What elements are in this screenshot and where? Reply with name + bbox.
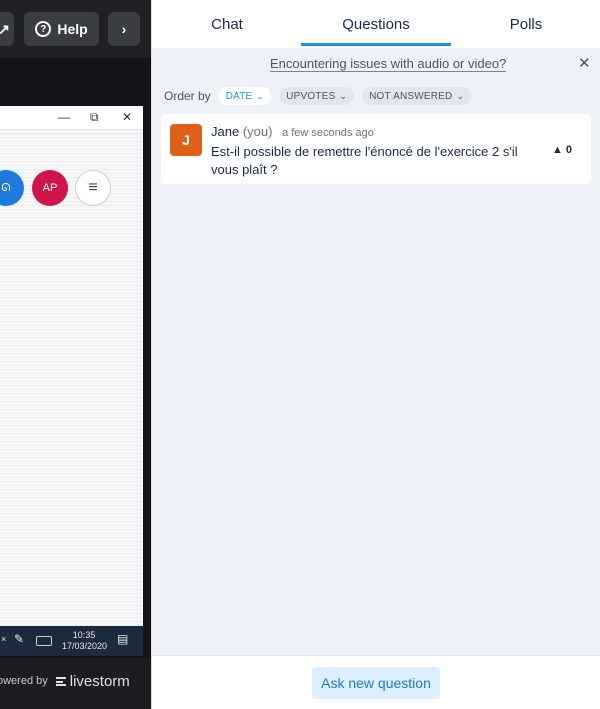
expand-icon: ↗ [0, 20, 10, 37]
issue-banner: Encountering issues with audio or video?… [152, 48, 600, 80]
upvote-count: 0 [565, 144, 572, 156]
upvote-button[interactable]: ▲ 0 [545, 140, 579, 160]
question-meta: Jane (you) a few seconds ago [211, 124, 374, 139]
shared-screen-window: — ⧉ ✕ ᘏ AP ≡ × ✎ 10:35 17/03/2020 ▤ [0, 106, 143, 656]
livestorm-logo-icon [55, 676, 66, 686]
avatar[interactable]: AP [32, 170, 68, 206]
question-text: Est-il possible de remettre l'énoncé de … [211, 144, 518, 177]
pen-icon[interactable]: ✎ [14, 632, 24, 646]
brand-logo: livestorm [55, 672, 130, 690]
tab-questions[interactable]: Questions [301, 0, 451, 48]
side-panel: Chat Questions Polls Encountering issues… [151, 0, 600, 709]
order-by-bar: Order by DATE ⌄ UPVOTES ⌄ NOT ANSWERED ⌄ [164, 86, 472, 106]
chevron-down-icon: ⌄ [339, 90, 348, 101]
powered-by: owered by livestorm [0, 666, 151, 696]
order-by-label: Order by [164, 89, 211, 103]
brand-name: livestorm [69, 672, 130, 690]
tab-polls[interactable]: Polls [451, 0, 600, 48]
windows-taskbar: × ✎ 10:35 17/03/2020 ▤ [0, 626, 143, 656]
close-icon[interactable]: ✕ [122, 110, 132, 124]
chevron-down-icon: ⌄ [456, 90, 465, 101]
person-icon: ᘏ [1, 181, 11, 194]
window-titlebar: — ⧉ ✕ [0, 106, 143, 130]
help-label: Help [57, 21, 88, 37]
author-name: Jane [211, 124, 240, 139]
chevron-down-icon: ⌄ [256, 90, 265, 101]
upvote-icon: ▲ [551, 144, 563, 156]
help-icon: ? [35, 21, 52, 37]
panel-footer: Ask new question [152, 655, 600, 709]
avatar-initials: AP [42, 182, 58, 194]
tab-chat[interactable]: Chat [152, 0, 302, 48]
you-tag: (you) [242, 124, 273, 139]
chip-label: UPVOTES [286, 90, 336, 102]
window-content: ᘏ AP ≡ [0, 130, 143, 626]
minimize-icon[interactable]: — [58, 110, 70, 124]
help-button[interactable]: ? Help [24, 12, 99, 46]
clock-date: 17/03/2020 [62, 641, 108, 651]
chip-label: DATE [225, 90, 253, 102]
taskbar-close-icon[interactable]: × [1, 634, 6, 644]
restore-icon[interactable]: ⧉ [90, 110, 99, 125]
panel-tabs: Chat Questions Polls [152, 0, 600, 48]
issue-link[interactable]: Encountering issues with audio or video? [270, 57, 507, 72]
sort-date-chip[interactable]: DATE ⌄ [218, 87, 272, 105]
stage-toolbar: ↗ ? Help › [0, 0, 151, 58]
next-button[interactable]: › [108, 12, 140, 46]
notification-icon[interactable]: ▤ [117, 632, 128, 646]
menu-icon: ≡ [88, 179, 98, 196]
taskbar-clock[interactable]: 10:35 17/03/2020 [62, 630, 108, 652]
filter-not-answered-chip[interactable]: NOT ANSWERED ⌄ [362, 87, 472, 105]
stage-area: ↗ ? Help › — ⧉ ✕ ᘏ AP ≡ × ✎ 10:35 17/03/… [0, 0, 151, 709]
avatar: J [170, 124, 202, 156]
ask-question-button[interactable]: Ask new question [312, 667, 440, 699]
clock-time: 10:35 [72, 630, 96, 640]
user-icon[interactable]: ᘏ [0, 170, 24, 206]
keyboard-icon[interactable] [36, 636, 52, 646]
close-icon[interactable]: ✕ [578, 54, 591, 72]
chip-label: NOT ANSWERED [369, 90, 453, 102]
sort-upvotes-chip[interactable]: UPVOTES ⌄ [279, 87, 355, 105]
active-tab-indicator [301, 43, 451, 46]
expand-button[interactable]: ↗ [0, 12, 14, 46]
question-card: J Jane (you) a few seconds ago Est-il po… [161, 114, 591, 184]
powered-by-text: owered by [0, 675, 48, 687]
chevron-right-icon: › [121, 21, 127, 37]
question-timestamp: a few seconds ago [282, 127, 374, 139]
menu-button[interactable]: ≡ [75, 170, 111, 206]
